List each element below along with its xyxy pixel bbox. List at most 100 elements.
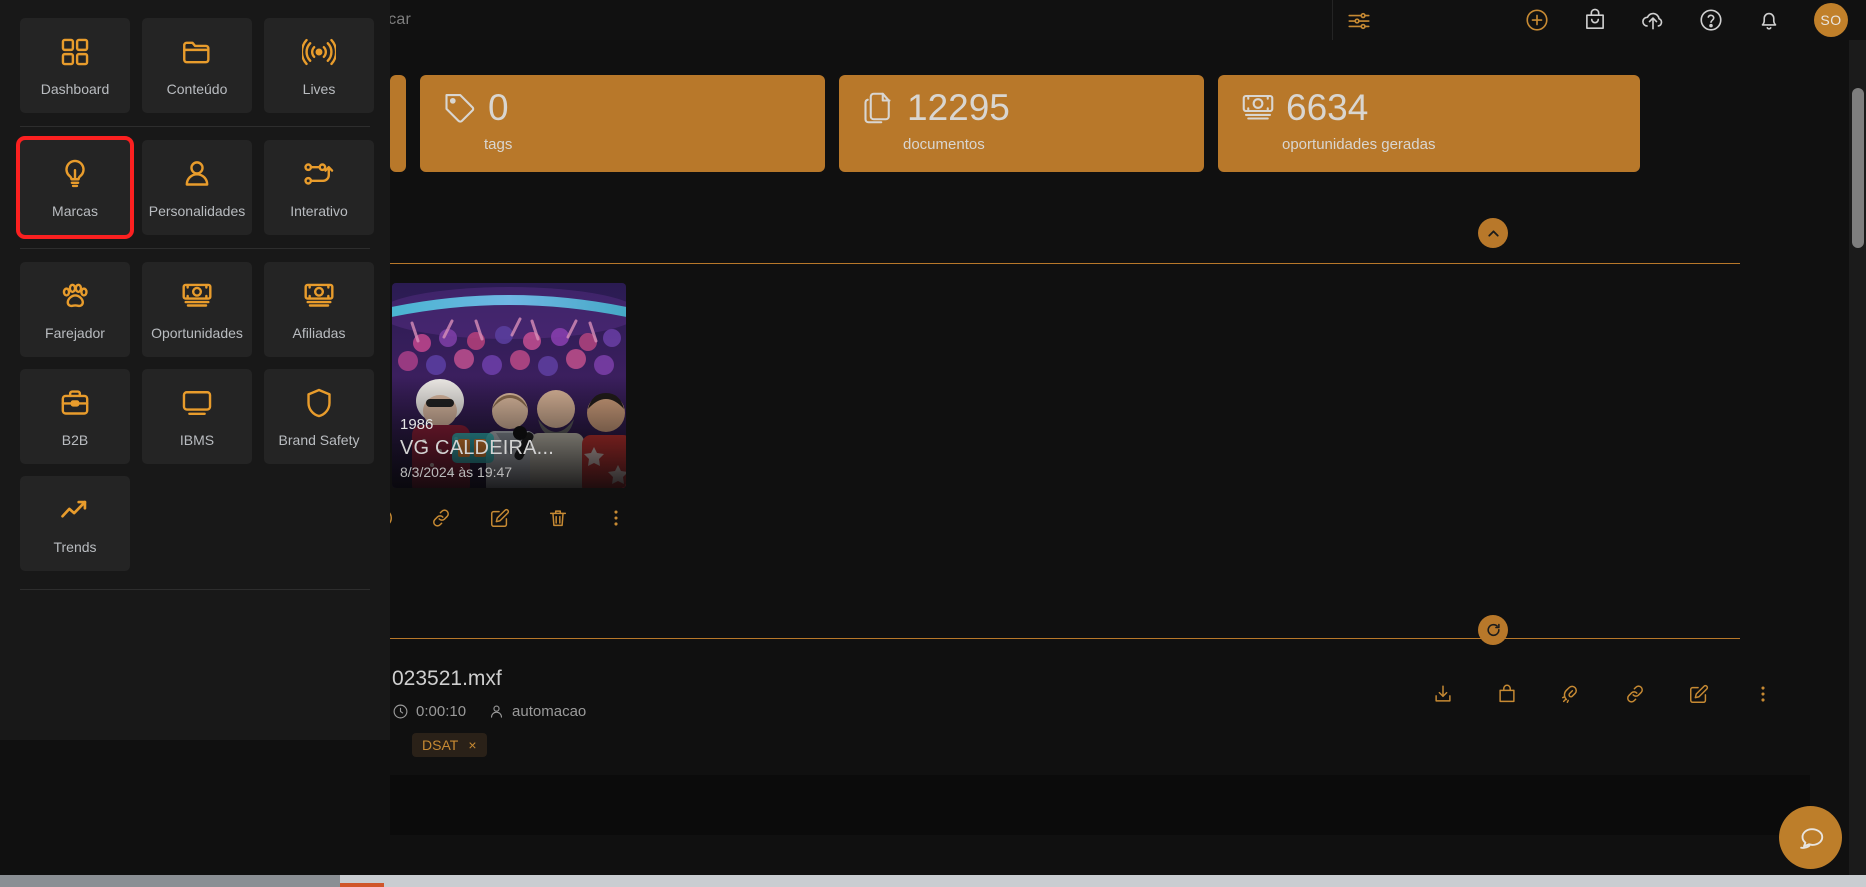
- menu-item-label: IBMS: [179, 431, 215, 448]
- shopping-bag-icon[interactable]: [1582, 7, 1608, 33]
- menu-item-label: Oportunidades: [151, 324, 243, 341]
- magnet-icon[interactable]: [1560, 683, 1582, 705]
- stat-card-tags[interactable]: 0 tags: [420, 75, 825, 172]
- tag-label: DSAT: [422, 737, 459, 753]
- top-bar-actions: SO: [1524, 0, 1848, 40]
- divider: [1332, 0, 1333, 40]
- menu-item-marcas[interactable]: Marcas: [16, 136, 134, 239]
- vertical-scrollbar-thumb[interactable]: [1852, 88, 1864, 248]
- shield-icon: [307, 388, 331, 417]
- person-icon: [185, 160, 209, 186]
- menu-item-trends[interactable]: Trends: [20, 476, 130, 571]
- menu-item-label: Farejador: [45, 324, 105, 341]
- menu-item-ibms[interactable]: IBMS: [142, 369, 252, 464]
- trash-icon[interactable]: [547, 507, 569, 529]
- sliders-icon[interactable]: [1346, 8, 1372, 34]
- media-year: 1986: [400, 416, 434, 433]
- menu-item-personalidades[interactable]: Personalidades: [142, 140, 252, 235]
- menu-item-label: Dashboard: [40, 80, 110, 97]
- media-date: 8/3/2024 às 19:47: [400, 464, 513, 480]
- user-text: automacao: [512, 703, 587, 720]
- file-name: 023521.mxf: [392, 667, 502, 690]
- refresh-button[interactable]: [1478, 615, 1508, 645]
- stat-label: documentos: [903, 136, 985, 153]
- menu-item-label: Conteúdo: [166, 80, 228, 97]
- support-chat-button[interactable]: [1779, 806, 1842, 869]
- stat-card-documentos[interactable]: 12295 documentos: [839, 75, 1204, 172]
- menu-item-farejador[interactable]: Farejador: [20, 262, 130, 357]
- monitor-icon: [182, 390, 212, 415]
- download-icon[interactable]: [1432, 683, 1454, 705]
- menu-divider: [20, 126, 370, 127]
- file-row[interactable]: 023521.mxf 0:00:10 automacao DSAT ×: [392, 655, 1812, 765]
- money-icon: [182, 283, 212, 307]
- menu-item-conteudo[interactable]: Conteúdo: [142, 18, 252, 113]
- documents-icon: [864, 92, 891, 123]
- shopping-bag-icon[interactable]: [1496, 683, 1518, 705]
- bell-icon[interactable]: [1756, 7, 1782, 33]
- app-root: 0 tags 12295 documentos 6634 oportunidad…: [0, 0, 1866, 887]
- avatar[interactable]: SO: [1814, 3, 1848, 37]
- scrollbar-marker: [340, 883, 384, 887]
- menu-item-lives[interactable]: Lives: [264, 18, 374, 113]
- media-card-actions: [372, 502, 627, 534]
- tag-remove-icon[interactable]: ×: [468, 737, 476, 753]
- file-duration: 0:00:10: [392, 703, 466, 720]
- media-title: VG CALDEIRA...: [400, 437, 554, 459]
- refresh-section: [390, 615, 1810, 645]
- broadcast-icon: [302, 38, 336, 65]
- edit-icon[interactable]: [1688, 683, 1710, 705]
- menu-item-interativo[interactable]: Interativo: [264, 140, 374, 235]
- help-circle-icon[interactable]: [1698, 7, 1724, 33]
- menu-item-brand-safety[interactable]: Brand Safety: [264, 369, 374, 464]
- briefcase-icon: [61, 389, 89, 415]
- stat-card-oportunidades[interactable]: 6634 oportunidades geradas: [1218, 75, 1640, 172]
- collapse-section: [390, 218, 1810, 265]
- paw-icon: [62, 283, 88, 307]
- lightbulb-icon: [65, 159, 85, 187]
- menu-item-label: Brand Safety: [278, 431, 360, 448]
- duration-text: 0:00:10: [416, 703, 467, 720]
- bottom-strip: [390, 775, 1810, 835]
- link-icon[interactable]: [430, 507, 452, 529]
- divider: [390, 638, 1740, 639]
- main-menu-panel: Dashboard Conteúdo Lives Marcas Personal…: [0, 0, 390, 740]
- menu-item-label: Marcas: [52, 202, 98, 219]
- stat-card-partial[interactable]: [390, 75, 406, 172]
- media-card[interactable]: 1986 VG CALDEIRA... 8/3/2024 às 19:47: [392, 283, 626, 488]
- chat-icon: [1799, 827, 1823, 849]
- menu-item-label: Lives: [302, 80, 336, 97]
- horizontal-scrollbar[interactable]: [0, 875, 1866, 887]
- menu-item-dashboard[interactable]: Dashboard: [20, 18, 130, 113]
- menu-item-afiliadas[interactable]: Afiliadas: [264, 262, 374, 357]
- menu-item-oportunidades[interactable]: Oportunidades: [142, 262, 252, 357]
- menu-item-b2b[interactable]: B2B: [20, 369, 130, 464]
- menu-item-label: Interativo: [290, 202, 348, 219]
- vertical-scrollbar[interactable]: [1849, 40, 1866, 887]
- media-card-text: 1986 VG CALDEIRA... 8/3/2024 às 19:47: [400, 416, 554, 480]
- cloud-upload-icon[interactable]: [1640, 7, 1666, 33]
- edit-icon[interactable]: [489, 507, 511, 529]
- clock-icon: [393, 704, 408, 719]
- stat-value: 6634: [1286, 87, 1369, 128]
- trending-up-icon: [61, 500, 87, 518]
- money-icon: [304, 283, 334, 307]
- menu-group-tools: Farejador Oportunidades Afiliadas B2B IB…: [20, 262, 374, 571]
- folder-icon: [183, 41, 210, 63]
- more-vertical-icon[interactable]: [605, 507, 627, 529]
- plus-circle-icon[interactable]: [1524, 7, 1550, 33]
- file-tag[interactable]: DSAT ×: [412, 733, 487, 757]
- nodes-icon: [304, 162, 334, 185]
- link-icon[interactable]: [1624, 683, 1646, 705]
- more-vertical-icon[interactable]: [1752, 683, 1774, 705]
- stat-label: oportunidades geradas: [1282, 136, 1436, 153]
- menu-divider: [20, 248, 370, 249]
- file-user: automacao: [488, 703, 586, 720]
- horizontal-scrollbar-thumb[interactable]: [0, 875, 340, 887]
- money-icon: [1242, 94, 1274, 120]
- collapse-button[interactable]: [1478, 218, 1508, 248]
- file-meta: 0:00:10 automacao: [392, 703, 586, 720]
- stat-value: 0: [488, 87, 509, 128]
- menu-group-primary: Dashboard Conteúdo Lives: [20, 18, 374, 113]
- menu-divider: [20, 589, 370, 590]
